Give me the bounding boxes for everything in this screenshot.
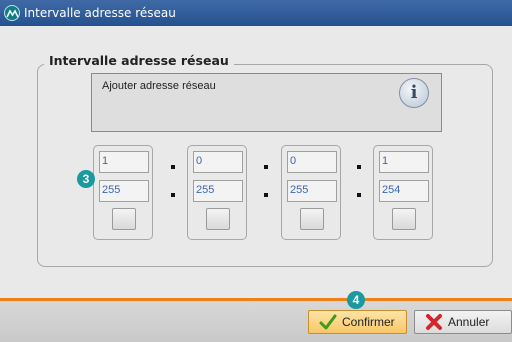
cancel-button[interactable]: Annuler — [414, 310, 512, 334]
separator-dot — [264, 165, 268, 169]
octet-2-end-field[interactable]: 255 — [193, 180, 243, 202]
octet-1-start-field[interactable]: 1 — [99, 151, 149, 173]
octet-1-button[interactable] — [112, 208, 136, 230]
octet-2-button[interactable] — [206, 208, 230, 230]
octet-2: 0 255 — [187, 145, 247, 240]
octet-3: 0 255 — [281, 145, 341, 240]
info-icon[interactable]: i — [399, 78, 429, 108]
separator-dot — [357, 193, 361, 197]
octet-1: 1 255 — [93, 145, 153, 240]
confirm-button[interactable]: Confirmer — [308, 310, 407, 334]
octet-1-end-field[interactable]: 255 — [99, 180, 149, 202]
octet-2-start-field[interactable]: 0 — [193, 151, 243, 173]
octet-4-button[interactable] — [392, 208, 416, 230]
callout-badge-address-range: 3 — [77, 170, 95, 188]
callout-badge-confirm: 4 — [347, 291, 365, 309]
title-bar: Intervalle adresse réseau — [0, 0, 512, 26]
separator-dot — [357, 165, 361, 169]
check-icon — [319, 313, 337, 338]
dialog-window: Intervalle adresse réseau Intervalle adr… — [0, 0, 512, 342]
cancel-label: Annuler — [448, 315, 490, 329]
octet-3-end-field[interactable]: 255 — [287, 180, 337, 202]
group-title: Intervalle adresse réseau — [44, 53, 234, 68]
x-icon — [425, 313, 443, 338]
separator-dot — [264, 193, 268, 197]
confirm-label: Confirmer — [342, 315, 395, 329]
info-text: Ajouter adresse réseau — [102, 80, 216, 92]
octet-3-start-field[interactable]: 0 — [287, 151, 337, 173]
octet-4-end-field[interactable]: 254 — [379, 180, 429, 202]
window-title: Intervalle adresse réseau — [24, 6, 176, 20]
separator-dot — [171, 165, 175, 169]
octet-4: 1 254 — [373, 145, 433, 240]
app-logo-icon — [4, 5, 20, 21]
octet-3-button[interactable] — [300, 208, 324, 230]
separator-dot — [171, 193, 175, 197]
octet-4-start-field[interactable]: 1 — [379, 151, 429, 173]
